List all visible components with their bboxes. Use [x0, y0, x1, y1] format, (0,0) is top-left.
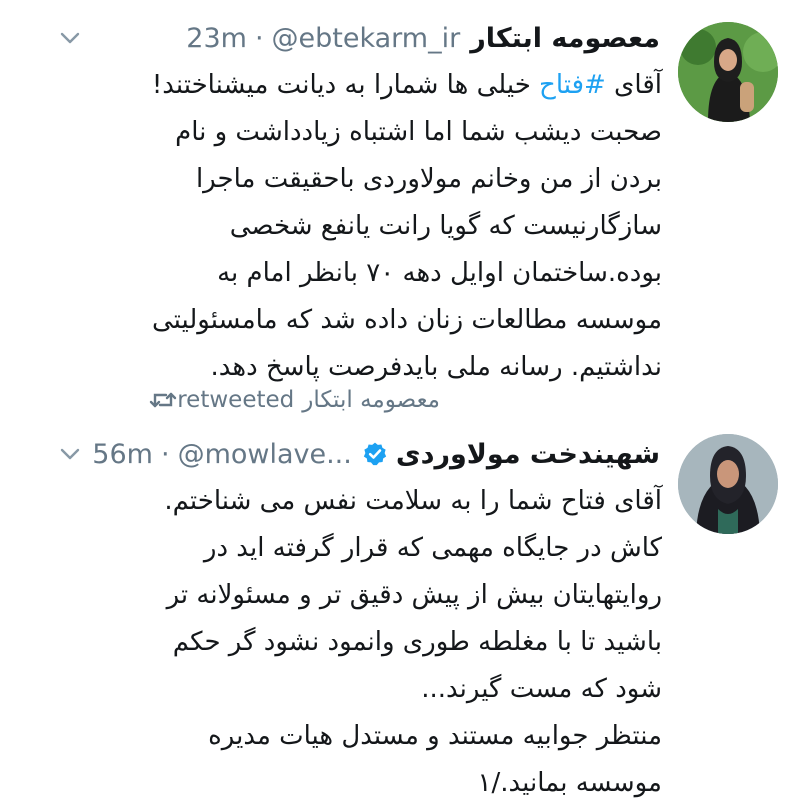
- retweeter-name[interactable]: معصومه ابتکار: [302, 387, 440, 413]
- separator-dot: ·: [160, 438, 170, 470]
- user-handle[interactable]: @mowlave...: [178, 439, 352, 470]
- tweet[interactable]: معصومه ابتکار @ebtekarm_ir · 23m آقای #ف…: [0, 0, 800, 382]
- tweet-text-start: آقای: [605, 70, 662, 100]
- chevron-down-icon[interactable]: [58, 442, 82, 466]
- avatar[interactable]: [678, 22, 778, 122]
- retweet-banner: معصومه ابتکار retweeted: [137, 380, 440, 420]
- retweet-icon: [150, 392, 177, 408]
- tweet-header: معصومه ابتکار @ebtekarm_ir · 23m: [186, 18, 660, 58]
- retweeted-label: retweeted: [177, 387, 295, 413]
- separator-dot: ·: [254, 22, 264, 54]
- tweet[interactable]: شهیندخت مولاوردی @mowlave... · 56m آقای …: [0, 420, 800, 798]
- tweet-text-rest: خیلی ها شمارا به دیانت میشناختند! صحبت د…: [151, 70, 662, 382]
- display-name[interactable]: معصومه ابتکار: [470, 23, 660, 54]
- chevron-down-icon[interactable]: [58, 26, 82, 50]
- tweet-text: آقای #فتاح خیلی ها شمارا به دیانت میشناخ…: [150, 62, 662, 391]
- timestamp[interactable]: 56m: [92, 439, 153, 470]
- tweet-text: آقای فتاح شما را به سلامت نفس می شناختم.…: [164, 486, 662, 798]
- verified-badge-icon: [363, 442, 387, 466]
- hashtag-link[interactable]: #فتاح: [539, 70, 606, 100]
- avatar-portrait-image: [678, 434, 778, 534]
- display-name[interactable]: شهیندخت مولاوردی: [396, 439, 660, 470]
- user-handle[interactable]: @ebtekarm_ir: [272, 23, 461, 54]
- tweet-header: شهیندخت مولاوردی @mowlave... · 56m: [92, 434, 660, 474]
- avatar[interactable]: [678, 434, 778, 534]
- timestamp[interactable]: 23m: [186, 23, 247, 54]
- avatar-portrait-image: [678, 22, 778, 122]
